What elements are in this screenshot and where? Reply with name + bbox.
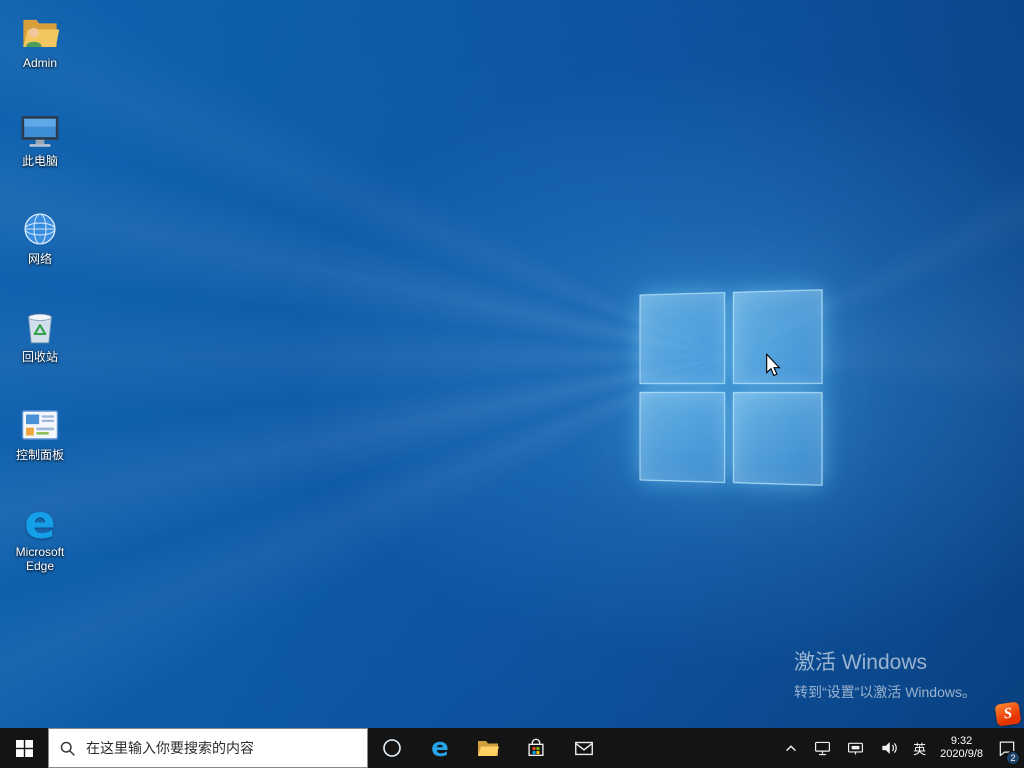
edge-e-glyph: e <box>24 495 56 549</box>
control-panel-icon <box>1 404 79 446</box>
edge-icon: e <box>431 733 449 763</box>
taskbar-search-box[interactable] <box>48 728 368 768</box>
desktop-icon-label: 控制面板 <box>15 448 64 462</box>
desktop-icon-this-pc[interactable]: 此电脑 <box>1 110 79 169</box>
activation-watermark: 激活 Windows 转到“设置”以激活 Windows。 <box>794 646 976 702</box>
desktop-icon-label: 网络 <box>27 252 52 266</box>
sogou-s-glyph: S <box>1002 705 1014 723</box>
chevron-up-icon <box>786 745 797 752</box>
mail-icon <box>575 741 593 756</box>
edge-icon: e <box>1 495 79 549</box>
pinned-apps: e <box>368 728 608 768</box>
pc-hardware-icon <box>815 741 831 755</box>
windows-start-icon <box>15 739 33 757</box>
windows-logo-wallpaper <box>639 289 823 486</box>
network-tray-button[interactable] <box>839 728 872 768</box>
hidden-icons-button[interactable] <box>776 728 806 768</box>
search-icon <box>60 741 75 756</box>
taskbar: e <box>0 728 1024 768</box>
mail-button[interactable] <box>560 728 608 768</box>
wallpaper-light-beams <box>0 0 1024 728</box>
system-tray: 英 9:32 2020/9/8 2 <box>776 728 1024 768</box>
volume-tray-button[interactable] <box>872 728 906 768</box>
windows-logo-pane <box>639 391 725 483</box>
this-pc-icon <box>1 110 79 152</box>
cortana-button[interactable] <box>368 728 416 768</box>
desktop-icon-control-panel[interactable]: 控制面板 <box>1 404 79 463</box>
start-button[interactable] <box>0 728 48 768</box>
recycle-bin-icon <box>1 306 79 348</box>
desktop: Admin 此电脑 网络 回收站 控制面板 e Microsoft Edge 激… <box>0 0 1024 728</box>
network-globe-icon <box>1 208 79 250</box>
user-folder-icon <box>1 12 79 54</box>
desktop-icon-label: 此电脑 <box>21 154 58 168</box>
desktop-icon-label: 回收站 <box>21 350 58 364</box>
desktop-icon-admin[interactable]: Admin <box>1 12 79 71</box>
network-icon <box>848 742 864 755</box>
desktop-icon-recycle-bin[interactable]: 回收站 <box>1 306 79 365</box>
sogou-ime-icon[interactable]: S <box>994 701 1022 727</box>
action-center-button[interactable]: 2 <box>990 728 1024 768</box>
desktop-icon-network[interactable]: 网络 <box>1 208 79 267</box>
clock[interactable]: 9:32 2020/9/8 <box>933 728 990 768</box>
store-icon <box>528 738 544 757</box>
file-explorer-button[interactable] <box>464 728 512 768</box>
edge-taskbar-button[interactable]: e <box>416 728 464 768</box>
desktop-icon-edge[interactable]: e Microsoft Edge <box>1 495 79 574</box>
desktop-icon-label: Admin <box>22 56 57 70</box>
file-explorer-icon <box>478 741 499 756</box>
notification-badge: 2 <box>1006 751 1020 765</box>
clock-date: 2020/9/8 <box>940 748 983 760</box>
activation-subtitle: 转到“设置”以激活 Windows。 <box>793 684 976 700</box>
windows-logo-pane <box>732 391 823 486</box>
search-input[interactable] <box>84 739 357 757</box>
store-button[interactable] <box>512 728 560 768</box>
mouse-cursor <box>763 352 783 382</box>
cortana-icon <box>383 739 401 757</box>
ime-indicator[interactable]: 英 <box>906 728 933 768</box>
desktop-icon-label: Microsoft Edge <box>15 545 65 573</box>
clock-time: 9:32 <box>950 735 973 747</box>
activation-title: 激活 Windows <box>793 651 928 674</box>
windows-logo-pane <box>639 292 725 384</box>
hardware-tray-button[interactable] <box>806 728 839 768</box>
volume-icon <box>882 742 897 754</box>
